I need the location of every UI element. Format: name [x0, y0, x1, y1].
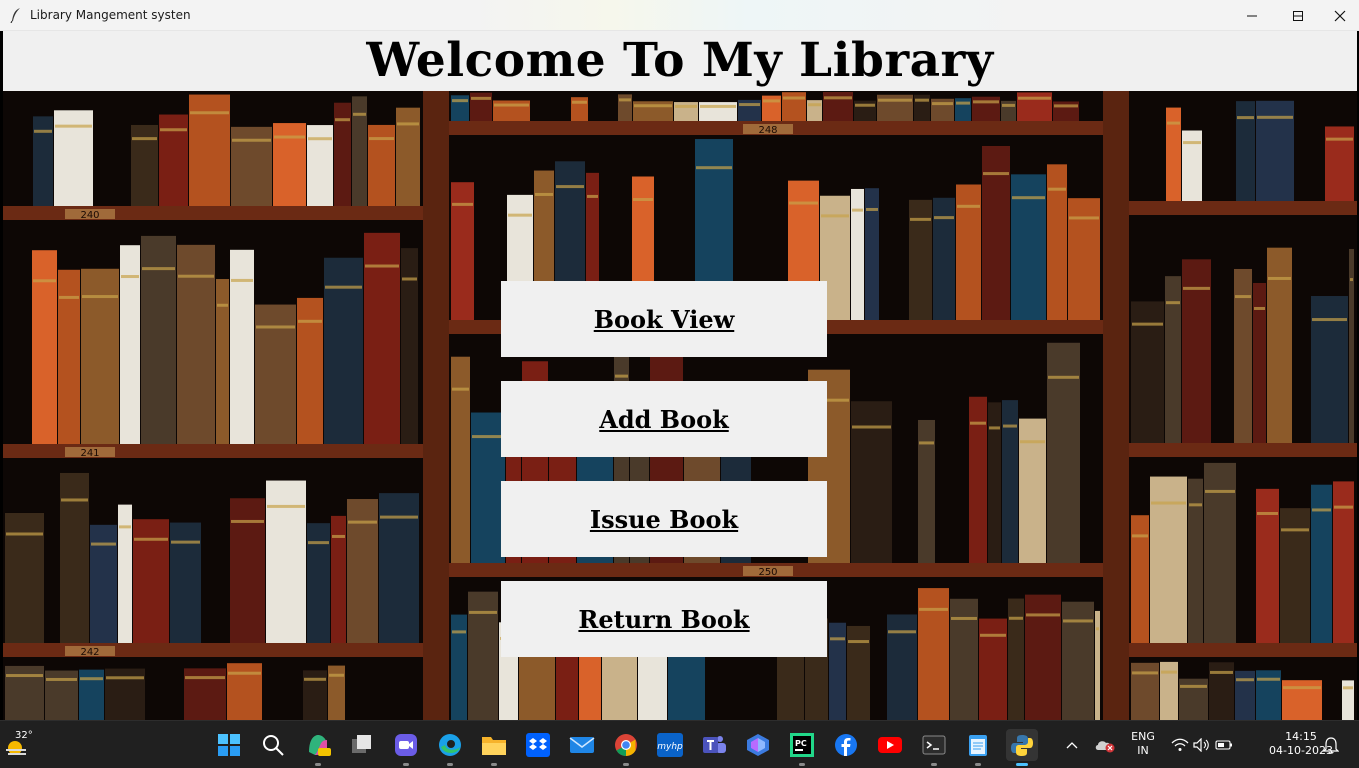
- cloud-error-icon: [1095, 741, 1115, 753]
- copilot-button[interactable]: [302, 729, 334, 766]
- close-button[interactable]: [1321, 0, 1359, 31]
- chrome-icon: [615, 734, 637, 756]
- shelf-label: 248: [758, 125, 777, 136]
- start-button[interactable]: [213, 729, 245, 761]
- wifi-icon: [1171, 738, 1189, 751]
- pycharm-button[interactable]: PC: [786, 729, 818, 766]
- app-button[interactable]: [742, 729, 774, 761]
- myhp-button[interactable]: myhp: [654, 729, 686, 761]
- add-book-button[interactable]: Add Book: [501, 381, 827, 457]
- copilot-icon: [309, 735, 331, 756]
- input-language-indicator[interactable]: ENG IN: [1127, 730, 1159, 758]
- teams-button[interactable]: [698, 729, 730, 761]
- minimize-icon: [1247, 15, 1257, 16]
- shelf-label: 241: [80, 448, 99, 459]
- myhp-label: myhp: [657, 742, 683, 752]
- return-book-label: Return Book: [578, 604, 750, 634]
- mail-icon: [569, 737, 595, 753]
- issue-book-button[interactable]: Issue Book: [501, 481, 827, 557]
- pycharm-icon: PC: [790, 733, 814, 757]
- zoom-icon: [395, 734, 417, 756]
- notepad-icon: [969, 735, 987, 756]
- feather-icon: [10, 8, 20, 23]
- maximize-button[interactable]: [1275, 0, 1321, 31]
- clock-time: 14:15: [1285, 730, 1317, 743]
- python-button[interactable]: [1006, 729, 1038, 766]
- terminal-icon: [922, 735, 946, 755]
- task-view-icon: [352, 735, 371, 753]
- windows-taskbar: 32° myhp PC ENG IN 14:15 04-10-2023: [0, 720, 1359, 768]
- python-icon: [1011, 735, 1033, 756]
- terminal-button[interactable]: [918, 729, 950, 766]
- book-view-button[interactable]: Book View: [501, 281, 827, 357]
- notifications-button[interactable]: [1320, 729, 1342, 761]
- youtube-icon: [878, 737, 902, 753]
- page-title: Welcome To My Library: [366, 33, 994, 88]
- facebook-icon: [835, 734, 857, 756]
- battery-icon: [1215, 740, 1232, 750]
- book-view-label: Book View: [593, 304, 735, 334]
- onedrive-status-button[interactable]: [1092, 729, 1118, 761]
- dropbox-icon: [526, 733, 550, 757]
- return-book-button[interactable]: Return Book: [501, 581, 827, 657]
- file-explorer-button[interactable]: [478, 729, 510, 766]
- window-title: Library Mangement systen: [30, 8, 191, 22]
- close-icon: [1334, 10, 1346, 21]
- region-code: IN: [1137, 744, 1149, 757]
- file-explorer-icon: [482, 737, 506, 755]
- shelf-label: 240: [80, 210, 99, 221]
- teams-icon: [703, 736, 726, 753]
- shelf-label: 242: [80, 647, 99, 658]
- quick-settings-button[interactable]: [1167, 729, 1237, 761]
- edge-button[interactable]: [434, 729, 466, 766]
- myhp-icon: myhp: [657, 733, 683, 757]
- app-header: Welcome To My Library: [3, 31, 1357, 91]
- notepad-button[interactable]: [962, 729, 994, 766]
- task-view-button[interactable]: [346, 729, 378, 761]
- shelf-label: 250: [758, 567, 777, 578]
- add-book-label: Add Book: [599, 404, 729, 434]
- search-icon: [263, 735, 284, 756]
- issue-book-label: Issue Book: [589, 504, 739, 534]
- volume-icon: [1193, 738, 1209, 752]
- language-code: ENG: [1131, 730, 1155, 743]
- start-icon: [218, 734, 240, 756]
- window-titlebar[interactable]: Library Mangement systen: [0, 0, 1359, 31]
- app-icon: [747, 734, 769, 756]
- clock[interactable]: 14:15 04-10-2023: [1269, 730, 1333, 758]
- youtube-button[interactable]: [874, 729, 906, 761]
- svg-text:PC: PC: [795, 739, 807, 748]
- facebook-button[interactable]: [830, 729, 862, 761]
- dropbox-button[interactable]: [522, 729, 554, 761]
- search-button[interactable]: [257, 729, 289, 761]
- zoom-button[interactable]: [390, 729, 422, 766]
- chevron-up-icon: [1066, 742, 1078, 749]
- bell-icon: [1323, 737, 1339, 754]
- edge-icon: [439, 734, 461, 756]
- weather-temperature: 32°: [15, 730, 33, 741]
- chrome-button[interactable]: [610, 729, 642, 766]
- show-hidden-icons-button[interactable]: [1061, 729, 1083, 761]
- maximize-icon: [1293, 10, 1303, 21]
- mail-button[interactable]: [566, 729, 598, 761]
- minimize-button[interactable]: [1229, 0, 1275, 31]
